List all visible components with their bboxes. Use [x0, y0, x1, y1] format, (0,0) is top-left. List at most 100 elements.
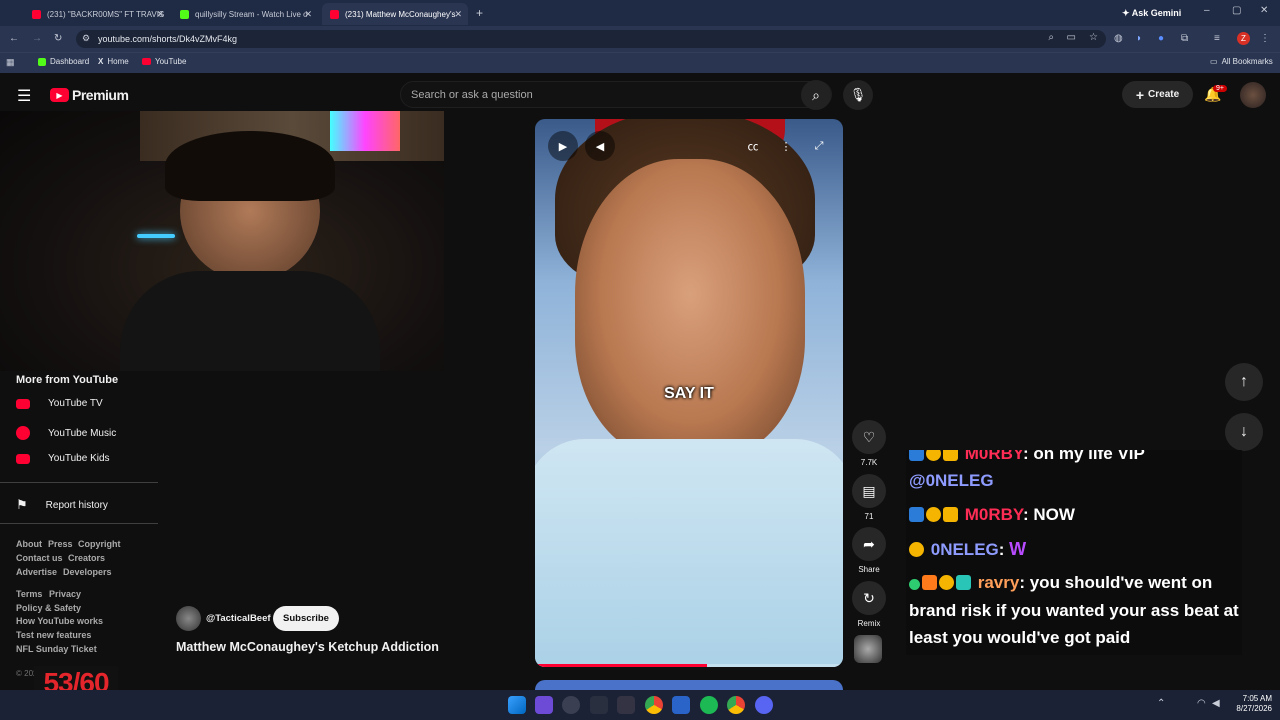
like-button[interactable]: ♡ 7.7K — [852, 420, 886, 467]
zoom-icon[interactable]: ⌕ — [1048, 32, 1054, 43]
remix-button[interactable]: ↻ Remix — [852, 581, 886, 628]
sidebar-item-youtube-kids[interactable]: YouTube Kids — [16, 453, 110, 464]
all-bookmarks-button[interactable]: ▭ All Bookmarks — [1210, 57, 1273, 66]
account-avatar[interactable] — [1240, 82, 1266, 108]
fullscreen-icon[interactable]: ⤢ — [804, 131, 834, 161]
extensions-puzzle-icon[interactable]: ⧉ — [1181, 33, 1188, 44]
back-icon[interactable]: ← — [9, 33, 19, 44]
minimize-icon[interactable]: – — [1204, 5, 1210, 16]
youtube-premium-logo[interactable]: ▶ Premium — [50, 87, 129, 103]
sidebar-item-report-history[interactable]: ⚑ Report history — [16, 497, 108, 513]
play-icon[interactable]: ▶ — [548, 131, 578, 161]
video-progress-bar[interactable] — [535, 664, 843, 667]
volume-tray-icon[interactable]: ◀ — [1212, 698, 1220, 709]
footer-link-press[interactable]: Press — [48, 539, 73, 549]
browser-tab-2[interactable]: quillysilly Stream - Watch Live o ✕ — [172, 3, 318, 25]
bookmark-star-icon[interactable]: ☆ — [1089, 32, 1098, 43]
address-bar[interactable]: ⚙ youtube.com/shorts/Dk4vZMvF4kg ⌕ ▭ ☆ — [76, 30, 1106, 48]
taskbar-app-icon[interactable] — [535, 696, 553, 714]
tab-search-icon[interactable]: ≡ — [1214, 33, 1220, 44]
create-button[interactable]: + Create — [1122, 81, 1193, 108]
profile-avatar[interactable]: Z — [1237, 32, 1250, 45]
cast-icon[interactable]: ▭ — [1067, 32, 1076, 43]
video-subject-shirt — [535, 439, 843, 667]
youtube-favicon-icon — [32, 9, 41, 19]
shorts-video-player[interactable]: SAY IT ▶ ◀ ㏄ ⋮ ⤢ — [535, 119, 843, 667]
chat-message: 0NELEG: W — [909, 535, 1026, 564]
chat-message: ravry: you should've went on brand risk … — [909, 569, 1239, 652]
comment-icon: ▤ — [852, 474, 886, 508]
comments-button[interactable]: ▤ 71 — [852, 474, 886, 521]
volume-icon[interactable]: ◀ — [585, 131, 615, 161]
footer-link-creators[interactable]: Creators — [68, 553, 105, 563]
plus-icon: + — [1135, 86, 1145, 103]
search-input[interactable]: Search or ask a question — [400, 81, 832, 108]
forward-icon[interactable]: → — [32, 33, 42, 44]
sidebar-divider — [0, 523, 158, 524]
bookmark-youtube[interactable]: YouTube — [142, 57, 186, 66]
ask-gemini-button[interactable]: ✦ Ask Gemini — [1122, 8, 1181, 19]
windows-start-icon[interactable] — [508, 696, 526, 714]
close-tab-icon[interactable]: ✕ — [156, 9, 164, 20]
bookmark-dashboard[interactable]: Dashboard — [38, 57, 89, 66]
hamburger-menu-icon[interactable]: ☰ — [17, 86, 31, 106]
taskbar-clock[interactable]: 7:05 AM 8/27/2026 — [1226, 694, 1272, 714]
chrome-icon[interactable] — [727, 696, 745, 714]
site-info-icon[interactable]: ⚙ — [82, 33, 90, 44]
chrome-icon[interactable] — [645, 696, 663, 714]
channel-handle[interactable]: @TacticalBeef — [206, 613, 271, 624]
footer-link-about[interactable]: About — [16, 539, 42, 549]
close-window-icon[interactable]: ✕ — [1260, 5, 1268, 16]
sound-thumbnail[interactable] — [854, 635, 882, 663]
bookmark-home[interactable]: X Home — [98, 57, 129, 66]
browser-tab-3-active[interactable]: (231) Matthew McConaughey's ✕ — [322, 3, 468, 25]
taskbar-app-icon[interactable] — [590, 696, 608, 714]
footer-link-advertise[interactable]: Advertise — [16, 567, 57, 577]
subscribe-button[interactable]: Subscribe — [273, 606, 339, 631]
more-menu-icon[interactable]: ⋮ — [1260, 33, 1270, 44]
sidebar-item-youtube-music[interactable]: YouTube Music — [16, 426, 116, 440]
chat-text-mention: @0NELEG — [909, 471, 994, 490]
youtube-icon — [142, 58, 151, 65]
taskbar-app-icon[interactable] — [672, 696, 690, 714]
captions-icon[interactable]: ㏄ — [738, 131, 768, 161]
share-button[interactable]: ➦ Share — [852, 527, 886, 574]
reload-icon[interactable]: ↻ — [54, 33, 62, 44]
apps-grid-icon[interactable]: ▦ — [6, 57, 15, 68]
footer-link-terms[interactable]: Terms — [16, 589, 42, 599]
search-icon[interactable]: ⌕ — [801, 80, 831, 110]
voice-search-mic-icon[interactable]: 🎙 — [843, 80, 873, 110]
chat-message: M0RBY: on my life VIP — [909, 450, 1145, 468]
footer-link-policy-safety[interactable]: Policy & Safety — [16, 603, 81, 613]
video-caption: SAY IT — [664, 385, 714, 402]
next-short-preview[interactable] — [535, 680, 843, 690]
footer-link-contact[interactable]: Contact us — [16, 553, 63, 563]
extension-icon[interactable]: ◍ — [1114, 33, 1123, 44]
chat-badge-icon — [939, 575, 954, 590]
previous-short-arrow-up-icon[interactable]: ↑ — [1225, 363, 1263, 401]
taskbar-app-icon[interactable] — [562, 696, 580, 714]
footer-link-copyright[interactable]: Copyright — [78, 539, 121, 549]
discord-icon[interactable] — [755, 696, 773, 714]
footer-link-developers[interactable]: Developers — [63, 567, 112, 577]
wifi-icon[interactable]: ◠ — [1197, 698, 1206, 709]
more-options-icon[interactable]: ⋮ — [771, 131, 801, 161]
sidebar-item-youtube-tv[interactable]: YouTube TV — [16, 398, 103, 409]
close-tab-icon[interactable]: ✕ — [304, 9, 312, 20]
chat-badge-icon — [909, 507, 924, 522]
spotify-icon[interactable] — [700, 696, 718, 714]
channel-avatar[interactable] — [176, 606, 201, 631]
maximize-icon[interactable]: ▢ — [1232, 5, 1241, 16]
browser-tab-1[interactable]: (231) "BACKR00MS" FT TRAVIS ✕ — [24, 3, 170, 25]
next-short-arrow-down-icon[interactable]: ↓ — [1225, 413, 1263, 451]
extension-icon[interactable]: ◗ — [1136, 33, 1142, 44]
close-tab-icon[interactable]: ✕ — [454, 9, 462, 20]
footer-link-privacy[interactable]: Privacy — [49, 589, 81, 599]
extension-icon[interactable]: ● — [1158, 33, 1164, 44]
footer-link-nfl-sunday-ticket[interactable]: NFL Sunday Ticket — [16, 644, 97, 654]
taskbar-app-icon[interactable] — [617, 696, 635, 714]
tray-chevron-up-icon[interactable]: ⌃ — [1157, 698, 1165, 709]
new-tab-icon[interactable]: + — [476, 6, 483, 20]
footer-link-how-youtube-works[interactable]: How YouTube works — [16, 616, 103, 626]
footer-link-test-features[interactable]: Test new features — [16, 630, 91, 640]
